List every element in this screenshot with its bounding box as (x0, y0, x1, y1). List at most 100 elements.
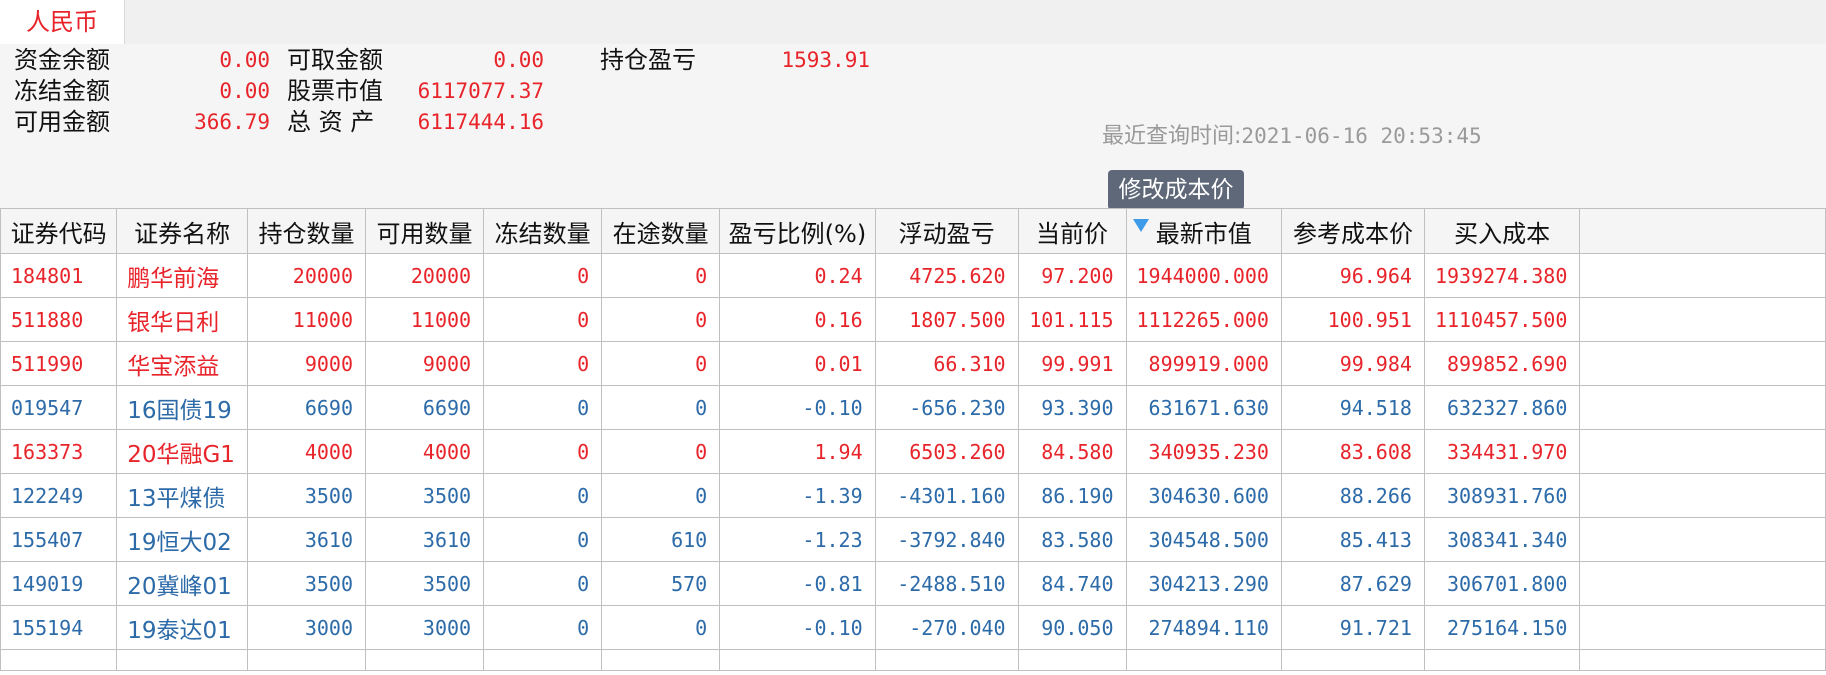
cell-ref-cost-price[interactable]: 85.413 (1280, 517, 1425, 562)
cell-security-code[interactable]: 155407 (0, 517, 118, 562)
table-row[interactable]: 149019 20冀峰01 3500 3500 0 570 -0.81 -2488.510 84… (0, 561, 1826, 606)
table-row[interactable]: 155194 19泰达01 3000 3000 0 0 -0.10 -270.040 90.05… (0, 605, 1826, 650)
cell-security-name[interactable]: 华宝添益 (116, 341, 248, 386)
cell-security-name[interactable]: 19泰达01 (116, 605, 248, 650)
cell-in-transit-qty[interactable]: 0 (601, 297, 721, 342)
cell-current-price[interactable]: 101.115 (1017, 297, 1127, 342)
cell-market-value[interactable]: 1944000.000 (1125, 253, 1282, 298)
cell-security-code[interactable]: 149019 (0, 561, 118, 606)
cell-security-code[interactable]: 155194 (0, 605, 118, 650)
cell-in-transit-qty[interactable]: 0 (601, 605, 721, 650)
cell-available-qty[interactable]: 4000 (365, 429, 485, 474)
cell-security-name[interactable]: 20冀峰01 (116, 561, 248, 606)
cell-current-price[interactable]: 84.580 (1017, 429, 1127, 474)
column-header-name[interactable]: 证券名称 (116, 208, 248, 254)
cell-pnl-ratio[interactable]: 0.16 (719, 297, 876, 342)
cell-buy-cost[interactable]: 308341.340 (1423, 517, 1581, 562)
tab-rmb[interactable]: 人民币 (0, 0, 125, 44)
cell-security-name[interactable]: 20华融G1 (116, 429, 248, 474)
cell-ref-cost-price[interactable]: 87.629 (1280, 561, 1425, 606)
cell-buy-cost[interactable]: 306701.800 (1423, 561, 1581, 606)
cell-market-value[interactable]: 899919.000 (1125, 341, 1282, 386)
cell-security-code[interactable]: 163373 (0, 429, 118, 474)
cell-ref-cost-price[interactable]: 99.984 (1280, 341, 1425, 386)
cell-in-transit-qty[interactable]: 0 (601, 253, 721, 298)
cell-buy-cost[interactable]: 308931.760 (1423, 473, 1581, 518)
cell-current-price[interactable]: 97.200 (1017, 253, 1127, 298)
cell-current-price[interactable]: 93.390 (1017, 385, 1127, 430)
column-header-buy-cost[interactable]: 买入成本 (1423, 208, 1581, 254)
cell-frozen-qty[interactable]: 0 (483, 253, 603, 298)
cell-market-value[interactable]: 631671.630 (1125, 385, 1282, 430)
cell-floating-pnl[interactable]: 4725.620 (874, 253, 1019, 298)
cell-security-name[interactable]: 16国债19 (116, 385, 248, 430)
cell-floating-pnl[interactable]: 1807.500 (874, 297, 1019, 342)
column-header-pnl-ratio[interactable]: 盈亏比例(%) (719, 208, 876, 254)
cell-security-name[interactable]: 鹏华前海 (116, 253, 248, 298)
cell-security-name[interactable]: 银华日利 (116, 297, 248, 342)
cell-pnl-ratio[interactable]: 0.01 (719, 341, 876, 386)
cell-market-value[interactable]: 274894.110 (1125, 605, 1282, 650)
cell-current-price[interactable]: 83.580 (1017, 517, 1127, 562)
cell-security-code[interactable]: 122249 (0, 473, 118, 518)
column-header-market-value[interactable]: 最新市值 (1125, 208, 1282, 254)
cell-floating-pnl[interactable]: 6503.260 (874, 429, 1019, 474)
cell-available-qty[interactable]: 6690 (365, 385, 485, 430)
cell-security-code[interactable]: 511880 (0, 297, 118, 342)
cell-frozen-qty[interactable]: 0 (483, 297, 603, 342)
cell-market-value[interactable]: 304630.600 (1125, 473, 1282, 518)
table-row[interactable]: 155407 19恒大02 3610 3610 0 610 -1.23 -3792.840 83… (0, 517, 1826, 562)
table-row[interactable]: 122249 13平煤债 3500 3500 0 0 -1.39 -4301.160 86.19… (0, 473, 1826, 518)
cell-available-qty[interactable]: 3500 (365, 473, 485, 518)
table-row[interactable]: 163373 20华融G1 4000 4000 0 0 1.94 6503.260 84.580… (0, 429, 1826, 474)
cell-frozen-qty[interactable]: 0 (483, 385, 603, 430)
cell-pnl-ratio[interactable]: 0.24 (719, 253, 876, 298)
cell-security-name[interactable]: 19恒大02 (116, 517, 248, 562)
cell-ref-cost-price[interactable]: 94.518 (1280, 385, 1425, 430)
cell-position-qty[interactable]: 11000 (246, 297, 367, 342)
cell-security-code[interactable]: 184801 (0, 253, 118, 298)
cell-available-qty[interactable]: 20000 (365, 253, 485, 298)
cell-current-price[interactable]: 86.190 (1017, 473, 1127, 518)
column-header-code[interactable]: 证券代码 (0, 208, 118, 254)
cell-position-qty[interactable]: 9000 (246, 341, 367, 386)
column-header-frozen-qty[interactable]: 冻结数量 (483, 208, 603, 254)
table-row[interactable]: 184801 鹏华前海 20000 20000 0 0 0.24 4725.620 97.200… (0, 253, 1826, 298)
cell-available-qty[interactable]: 3610 (365, 517, 485, 562)
cell-current-price[interactable]: 84.740 (1017, 561, 1127, 606)
column-header-floating-pnl[interactable]: 浮动盈亏 (874, 208, 1019, 254)
cell-in-transit-qty[interactable]: 0 (601, 385, 721, 430)
cell-floating-pnl[interactable]: 66.310 (874, 341, 1019, 386)
cell-ref-cost-price[interactable]: 96.964 (1280, 253, 1425, 298)
cell-current-price[interactable]: 99.991 (1017, 341, 1127, 386)
cell-in-transit-qty[interactable]: 0 (601, 473, 721, 518)
cell-buy-cost[interactable]: 1939274.380 (1423, 253, 1581, 298)
column-header-ref-cost-price[interactable]: 参考成本价 (1280, 208, 1425, 254)
column-header-current-price[interactable]: 当前价 (1017, 208, 1127, 254)
table-row[interactable]: 511880 银华日利 11000 11000 0 0 0.16 1807.500 101.11… (0, 297, 1826, 342)
cell-buy-cost[interactable]: 899852.690 (1423, 341, 1581, 386)
cell-floating-pnl[interactable]: -3792.840 (874, 517, 1019, 562)
cell-position-qty[interactable]: 6690 (246, 385, 367, 430)
cell-pnl-ratio[interactable]: 1.94 (719, 429, 876, 474)
cell-buy-cost[interactable]: 632327.860 (1423, 385, 1581, 430)
cell-pnl-ratio[interactable]: -1.39 (719, 473, 876, 518)
cell-position-qty[interactable]: 3500 (246, 561, 367, 606)
cell-available-qty[interactable]: 3500 (365, 561, 485, 606)
cell-floating-pnl[interactable]: -4301.160 (874, 473, 1019, 518)
cell-position-qty[interactable]: 4000 (246, 429, 367, 474)
cell-buy-cost[interactable]: 275164.150 (1423, 605, 1581, 650)
cell-buy-cost[interactable]: 334431.970 (1423, 429, 1581, 474)
cell-position-qty[interactable]: 3000 (246, 605, 367, 650)
cell-frozen-qty[interactable]: 0 (483, 429, 603, 474)
cell-frozen-qty[interactable]: 0 (483, 341, 603, 386)
cell-available-qty[interactable]: 3000 (365, 605, 485, 650)
cell-current-price[interactable]: 90.050 (1017, 605, 1127, 650)
cell-in-transit-qty[interactable]: 0 (601, 429, 721, 474)
cell-pnl-ratio[interactable]: -0.10 (719, 605, 876, 650)
cell-ref-cost-price[interactable]: 83.608 (1280, 429, 1425, 474)
cell-market-value[interactable]: 304548.500 (1125, 517, 1282, 562)
cell-security-code[interactable]: 511990 (0, 341, 118, 386)
cell-position-qty[interactable]: 3610 (246, 517, 367, 562)
cell-in-transit-qty[interactable]: 0 (601, 341, 721, 386)
